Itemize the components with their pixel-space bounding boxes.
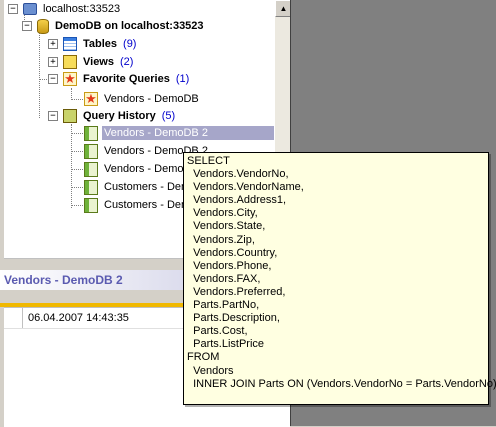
query-history-label: Query History bbox=[83, 110, 156, 122]
sql-line: Vendors.City, bbox=[187, 207, 258, 220]
tables-icon bbox=[63, 37, 77, 51]
query-history-count: (5) bbox=[161, 110, 176, 122]
collapse-icon[interactable]: − bbox=[48, 74, 58, 84]
tree-node-tables[interactable]: + Tables (9) bbox=[48, 36, 136, 52]
sql-line: Vendors.State, bbox=[187, 220, 266, 233]
query-icon bbox=[84, 179, 98, 195]
tree-line bbox=[71, 133, 83, 134]
history-item-label: Customers - Dem bbox=[104, 199, 191, 211]
tree-line bbox=[71, 99, 83, 100]
sql-line: Vendors.Zip, bbox=[187, 233, 255, 246]
tree-line bbox=[71, 205, 83, 206]
history-item-label: Vendors - DemoD bbox=[104, 163, 192, 175]
sql-line: Parts.PartNo, bbox=[187, 299, 260, 312]
timestamp-cell: 06.04.2007 14:43:35 bbox=[28, 312, 129, 324]
history-item-label: Vendors - DemoDB 2 bbox=[102, 126, 274, 140]
star-icon: ★ bbox=[63, 71, 77, 86]
history-item-label: Customers - Dem bbox=[104, 181, 191, 193]
sql-line: Vendors.Address1, bbox=[187, 194, 287, 207]
history-icon bbox=[63, 109, 77, 123]
sql-line: Vendors.FAX, bbox=[187, 272, 261, 285]
sql-line: Vendors bbox=[187, 364, 234, 377]
tree-node-database[interactable]: − DemoDB on localhost:33523 bbox=[22, 18, 206, 34]
tree-line bbox=[71, 124, 72, 208]
collapse-icon[interactable]: − bbox=[48, 111, 58, 121]
views-label: Views bbox=[83, 56, 114, 68]
tree-node-server[interactable]: − localhost:33523 bbox=[8, 1, 122, 17]
favorite-item-label: Vendors - DemoDB bbox=[104, 93, 199, 105]
query-icon bbox=[84, 161, 98, 177]
query-icon bbox=[84, 197, 98, 213]
sql-line: Parts.Cost, bbox=[187, 325, 248, 338]
query-icon bbox=[84, 143, 98, 159]
tree-node-query-history[interactable]: − Query History (5) bbox=[48, 108, 175, 124]
expand-icon[interactable]: + bbox=[48, 39, 58, 49]
collapse-icon[interactable]: − bbox=[8, 4, 18, 14]
database-icon bbox=[37, 18, 49, 34]
row-indicator bbox=[4, 308, 23, 328]
views-icon bbox=[63, 55, 77, 69]
history-item-3[interactable]: Vendors - DemoD bbox=[84, 161, 193, 177]
sql-line: Parts.Description, bbox=[187, 312, 280, 325]
sql-line: Vendors.VendorNo, bbox=[187, 168, 289, 181]
star-icon: ★ bbox=[84, 91, 98, 106]
sql-line: FROM bbox=[187, 351, 220, 364]
tree-node-favorite-item[interactable]: ★ Vendors - DemoDB bbox=[84, 91, 201, 107]
favorites-count: (1) bbox=[175, 73, 190, 85]
sql-line: Vendors.Preferred, bbox=[187, 285, 286, 298]
expand-icon[interactable]: + bbox=[48, 57, 58, 67]
sql-line: SELECT bbox=[187, 155, 230, 167]
favorites-label: Favorite Queries bbox=[83, 73, 170, 85]
tables-label: Tables bbox=[83, 38, 118, 50]
tree-line bbox=[71, 169, 83, 170]
sql-tooltip: SELECT Vendors.VendorNo, Vendors.VendorN… bbox=[183, 152, 496, 405]
history-item-4[interactable]: Customers - Dem bbox=[84, 179, 192, 195]
history-item-5[interactable]: Customers - Dem bbox=[84, 197, 192, 213]
server-label: localhost:33523 bbox=[43, 3, 121, 15]
history-item-1[interactable]: Vendors - DemoDB 2 bbox=[84, 125, 274, 141]
sql-line: INNER JOIN Parts ON (Vendors.VendorNo = … bbox=[187, 377, 496, 390]
tree-line bbox=[71, 151, 83, 152]
tables-count: (9) bbox=[123, 38, 137, 50]
collapse-icon[interactable]: − bbox=[22, 21, 32, 31]
sql-line: Vendors.Country, bbox=[187, 246, 278, 259]
database-label: DemoDB on localhost:33523 bbox=[55, 20, 204, 32]
tree-line bbox=[39, 33, 40, 118]
query-icon bbox=[84, 125, 98, 141]
sql-line: Parts.ListPrice bbox=[187, 338, 265, 351]
views-count: (2) bbox=[120, 56, 134, 68]
tree-node-views[interactable]: + Views (2) bbox=[48, 54, 133, 70]
sql-line: Vendors.Phone, bbox=[187, 259, 272, 272]
sql-line: Vendors.VendorName, bbox=[187, 181, 304, 194]
computer-icon bbox=[23, 3, 37, 15]
tree-line bbox=[71, 187, 83, 188]
tree-node-favorite-queries[interactable]: − ★ Favorite Queries (1) bbox=[48, 71, 189, 87]
